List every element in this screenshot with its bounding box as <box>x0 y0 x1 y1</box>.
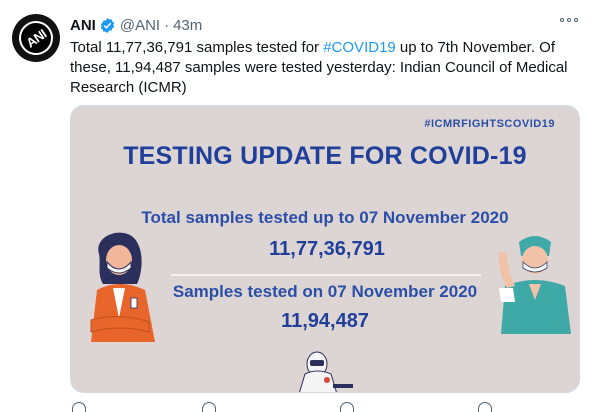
retweet-icon[interactable] <box>202 402 216 412</box>
share-icon[interactable] <box>478 402 492 412</box>
image-title: TESTING UPDATE FOR COVID-19 <box>123 142 527 170</box>
author-name[interactable]: ANI <box>70 17 96 34</box>
tweet-header: ANI @ANI · 43m <box>70 14 202 36</box>
verified-badge-icon <box>100 17 115 33</box>
tweet-card[interactable]: ANI ANI @ANI · 43m Total 11,77,36,791 sa… <box>0 0 592 412</box>
surgeon-illustration <box>498 236 571 334</box>
tweet-text: Total 11,77,36,791 samples tested for #C… <box>70 38 575 98</box>
like-icon[interactable] <box>340 402 354 412</box>
tweet-actions <box>70 402 540 412</box>
avatar-logo-text: ANI <box>23 25 49 51</box>
hashtag-link[interactable]: #COVID19 <box>323 39 396 56</box>
separator-dot: · <box>164 16 170 34</box>
avatar[interactable]: ANI <box>12 14 60 62</box>
ani-logo: ANI <box>12 14 60 62</box>
more-options-icon[interactable] <box>560 18 578 22</box>
tweet-image[interactable]: #ICMRFIGHTSCOVID19 TESTING UPDATE FOR CO… <box>70 105 580 393</box>
reply-icon[interactable] <box>72 402 86 412</box>
ppe-worker-illustration <box>299 351 353 392</box>
woman-health-worker-illustration <box>90 232 155 342</box>
timestamp[interactable]: 43m <box>173 17 202 34</box>
image-hashtag: #ICMRFIGHTSCOVID19 <box>424 118 555 130</box>
tweet-text-part1: Total 11,77,36,791 samples tested for <box>70 39 324 56</box>
author-handle[interactable]: @ANI <box>120 17 160 34</box>
divider <box>171 274 481 276</box>
